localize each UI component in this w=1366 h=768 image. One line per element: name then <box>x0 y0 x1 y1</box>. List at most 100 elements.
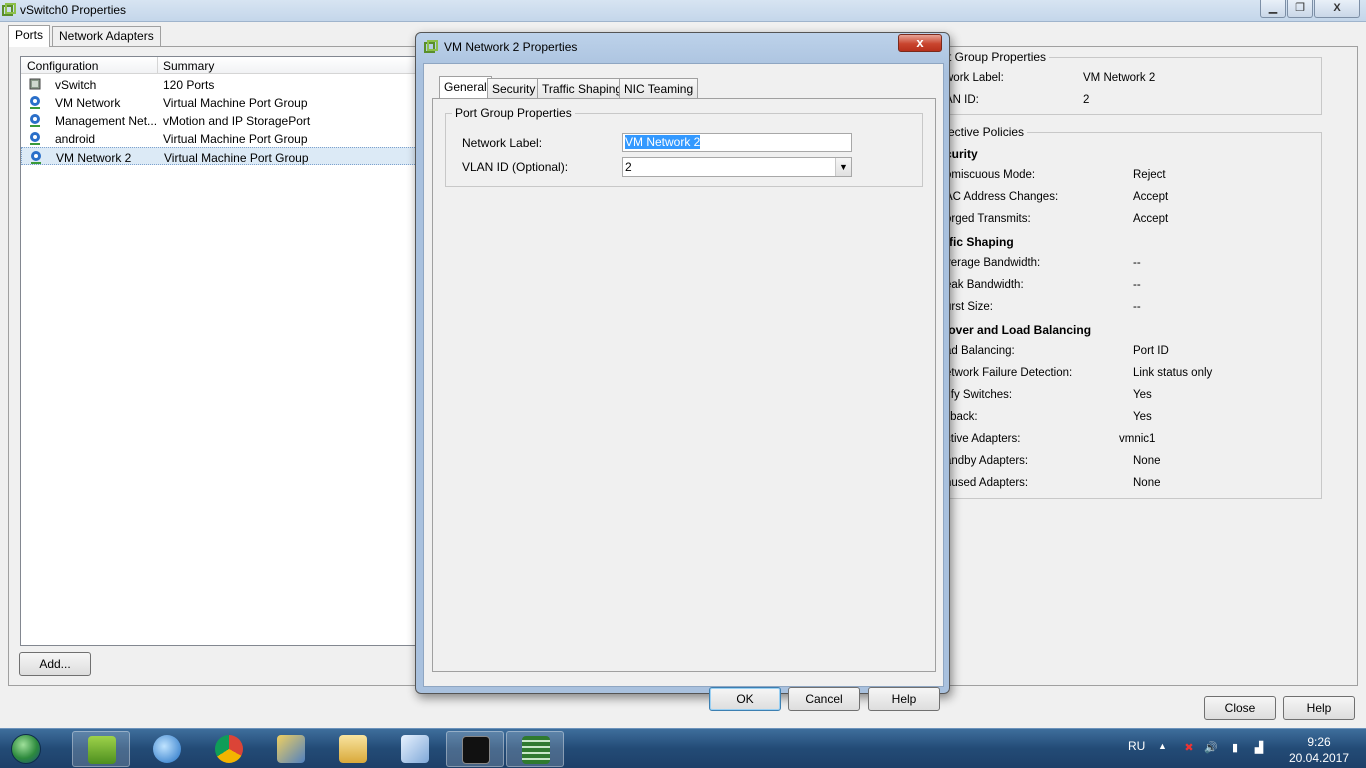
policy-value: -- <box>1133 279 1141 291</box>
network-label-value: VM Network 2 <box>625 135 701 149</box>
port-group-icon <box>30 114 40 127</box>
list-item[interactable]: VM Network Virtual Machine Port Group <box>21 93 419 111</box>
vlan-value: 2 <box>1083 94 1090 106</box>
list-item[interactable]: android Virtual Machine Port Group <box>21 129 419 147</box>
vlan-id-value: 2 <box>625 160 632 174</box>
taskbar-app[interactable] <box>200 731 258 767</box>
thunderbird-icon <box>153 735 181 763</box>
list-header: Configuration Summary <box>21 57 419 74</box>
policy-key: eak Bandwidth: <box>945 279 1024 291</box>
tab-general[interactable]: General <box>439 76 492 99</box>
policy-key: nused Adapters: <box>945 477 1029 489</box>
row-config: Management Net... <box>55 114 158 128</box>
policy-key: etwork Failure Detection: <box>945 367 1073 379</box>
policy-key: urst Size: <box>945 301 993 313</box>
row-summary: vMotion and IP StoragePort <box>163 114 311 128</box>
taskbar-app[interactable] <box>138 731 196 767</box>
clock[interactable]: 9:26 20.04.2017 <box>1284 734 1354 766</box>
show-hidden-icons-icon[interactable]: ▲ <box>1158 741 1167 751</box>
vsphere-icon <box>2 3 16 16</box>
tab-network-adapters[interactable]: Network Adapters <box>52 26 161 46</box>
panel-title: t Group Properties <box>945 50 1050 64</box>
network-label-label: Network Label: <box>462 136 543 150</box>
row-config: VM Network 2 <box>56 151 132 165</box>
window-title: vSwitch0 Properties <box>20 3 127 17</box>
switch-icon <box>29 78 41 90</box>
vlan-key: AN ID: <box>945 94 979 106</box>
taskbar-app[interactable] <box>446 731 504 767</box>
chrome-icon <box>215 735 243 763</box>
policy-value: Link status only <box>1133 367 1213 379</box>
network-label-key: work Label: <box>945 72 1004 84</box>
tab-nic-teaming[interactable]: NIC Teaming <box>619 78 699 98</box>
taskbar-app[interactable] <box>386 731 444 767</box>
policy-value: Accept <box>1133 213 1169 225</box>
ok-button[interactable]: OK <box>709 687 781 711</box>
list-item[interactable]: Management Net... vMotion and IP Storage… <box>21 111 419 129</box>
network-label-value: VM Network 2 <box>1083 72 1156 84</box>
configuration-list[interactable]: Configuration Summary vSwitch 120 Ports … <box>20 56 420 646</box>
policy-value: None <box>1133 477 1161 489</box>
port-group-properties-panel: t Group Properties work Label: VM Networ… <box>940 50 1322 115</box>
policy-value: -- <box>1133 301 1141 313</box>
maximize-button[interactable]: ❐ <box>1287 0 1313 18</box>
dialog-close-button[interactable]: x <box>898 34 942 52</box>
vlan-id-label: VLAN ID (Optional): <box>462 160 569 174</box>
cancel-button[interactable]: Cancel <box>788 687 860 711</box>
vlan-id-select[interactable]: 2 ▼ <box>622 157 852 177</box>
taskbar-app[interactable] <box>72 731 130 767</box>
row-config: android <box>55 132 96 146</box>
dialog-client-area: General Security Traffic Shaping NIC Tea… <box>423 63 944 711</box>
policy-key: verage Bandwidth: <box>945 257 1041 269</box>
policy-value: vmnic1 <box>1119 433 1156 445</box>
column-summary[interactable]: Summary <box>163 59 214 73</box>
vsphere-icon <box>424 40 438 53</box>
add-button[interactable]: Add... <box>19 652 91 676</box>
signal-icon[interactable]: ▟ <box>1252 741 1266 755</box>
port-group-properties-group: Port Group Properties Network Label: VM … <box>445 106 923 187</box>
policy-value: Yes <box>1133 411 1152 423</box>
column-divider[interactable] <box>157 57 158 74</box>
policy-value: -- <box>1133 257 1141 269</box>
list-item-selected[interactable]: VM Network 2 Virtual Machine Port Group <box>21 147 419 165</box>
panel-title: ective Policies <box>945 125 1028 139</box>
group-title: Port Group Properties <box>452 106 575 120</box>
help-button[interactable]: Help <box>1283 696 1355 720</box>
dialog-help-button[interactable]: Help <box>868 687 940 711</box>
window-titlebar[interactable]: vSwitch0 Properties ▁ ❐ X <box>0 0 1366 22</box>
explorer-folder-icon <box>339 735 367 763</box>
failover-heading: lover and Load Balancing <box>945 323 1092 337</box>
tab-ports[interactable]: Ports <box>8 25 51 47</box>
network-error-icon[interactable]: ✖ <box>1182 741 1196 755</box>
windows-logo-icon <box>11 734 41 764</box>
start-button[interactable] <box>2 730 50 768</box>
tab-traffic-shaping[interactable]: Traffic Shaping <box>537 78 628 98</box>
policy-key: andby Adapters: <box>945 455 1029 467</box>
policy-key: ctive Adapters: <box>945 433 1021 445</box>
language-indicator[interactable]: RU <box>1128 739 1145 753</box>
policy-key: omiscuous Mode: <box>945 169 1036 181</box>
taskbar-app[interactable] <box>506 731 564 767</box>
port-group-properties-dialog[interactable]: VM Network 2 Properties x General Securi… <box>415 32 950 711</box>
policy-value: Yes <box>1133 389 1152 401</box>
minimize-button[interactable]: ▁ <box>1260 0 1286 18</box>
column-configuration[interactable]: Configuration <box>27 59 98 73</box>
chevron-down-icon[interactable]: ▼ <box>835 158 851 176</box>
window-close-button[interactable]: X <box>1314 0 1360 18</box>
port-group-icon <box>30 96 40 109</box>
power-icon[interactable]: ▮ <box>1228 741 1242 755</box>
policy-key: AC Address Changes: <box>945 191 1059 203</box>
clock-time: 9:26 <box>1307 735 1331 749</box>
dialog-title: VM Network 2 Properties <box>444 40 578 54</box>
network-label-input[interactable]: VM Network 2 <box>622 133 852 152</box>
policy-key: orged Transmits: <box>945 213 1031 225</box>
close-button[interactable]: Close <box>1204 696 1276 720</box>
list-item[interactable]: vSwitch 120 Ports <box>21 75 419 93</box>
volume-icon[interactable]: 🔊 <box>1204 741 1218 755</box>
port-group-icon <box>31 151 41 164</box>
taskbar-app[interactable] <box>324 731 382 767</box>
policy-key: tify Switches: <box>945 389 1013 401</box>
tab-security[interactable]: Security <box>487 78 541 98</box>
row-summary: Virtual Machine Port Group <box>163 132 308 146</box>
taskbar-app[interactable] <box>262 731 320 767</box>
